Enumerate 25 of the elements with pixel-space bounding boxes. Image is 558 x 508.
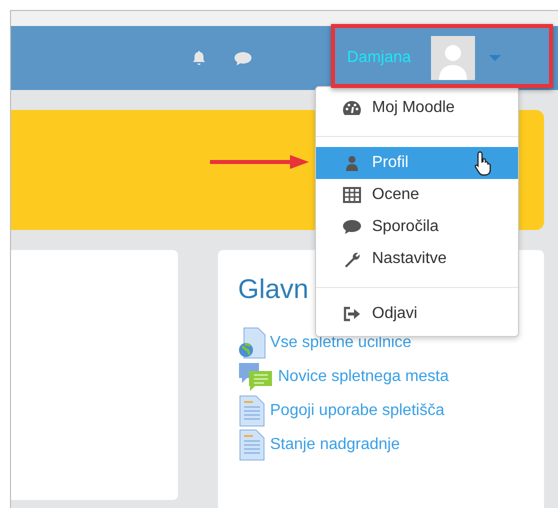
menu-link[interactable]: Pogoji uporabe spletišča (270, 402, 444, 420)
dropdown-item[interactable]: Nastavitve (316, 243, 518, 275)
hand-cursor-icon (474, 150, 494, 176)
user-name[interactable]: Damjana (347, 49, 412, 67)
sign-out-icon (342, 306, 362, 322)
menu-link[interactable]: Vse spletne ucilnice (270, 334, 412, 352)
chat-bubbles-icon (238, 362, 274, 392)
dropdown-item[interactable]: Ocene (316, 179, 518, 211)
chat-bubble-icon[interactable] (233, 50, 253, 66)
gauge-icon (342, 100, 362, 116)
document-icon (238, 395, 266, 427)
globe-document-icon (238, 327, 266, 359)
dropdown-item[interactable]: Odjavi (316, 298, 518, 330)
caret-icon[interactable] (489, 55, 502, 61)
dropdown-item[interactable]: Moj Moodle (316, 92, 518, 124)
menu-link[interactable]: Stanje nadgradnje (270, 436, 400, 454)
avatar-icon[interactable] (431, 36, 476, 80)
dropdown-item[interactable]: Sporočila (316, 211, 518, 243)
table-icon (342, 187, 362, 203)
chat-bubble-icon (342, 219, 362, 235)
notification-bell-icon[interactable] (191, 50, 207, 66)
block-title: Glavn (238, 274, 309, 305)
dropdown-item[interactable]: Profil (316, 147, 518, 179)
document-icon (238, 429, 266, 461)
menu-link[interactable]: Novice spletnega mesta (278, 368, 449, 386)
